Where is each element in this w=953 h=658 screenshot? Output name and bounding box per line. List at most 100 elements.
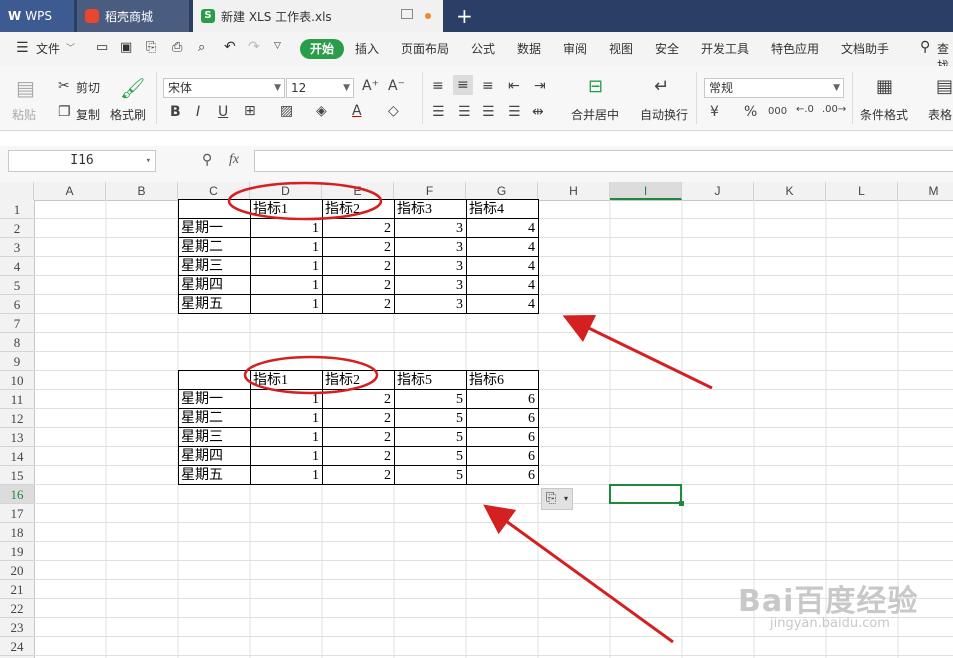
menu-special[interactable]: 特色应用 [771, 40, 819, 57]
fill-handle[interactable] [679, 501, 684, 506]
row-header-22[interactable]: 22 [0, 599, 34, 618]
table2-cell[interactable]: 指标2 [322, 370, 395, 390]
column-header-j[interactable]: J [682, 182, 754, 200]
indent-increase-icon[interactable]: ⇥ [534, 78, 546, 94]
name-box[interactable]: I16 ▾ [8, 150, 156, 172]
table2-cell[interactable]: 星期四 [178, 446, 251, 466]
table2-cell[interactable]: 星期一 [178, 389, 251, 409]
table1-cell[interactable]: 4 [466, 294, 539, 314]
indent-decrease-icon[interactable]: ⇤ [508, 78, 520, 94]
column-header-b[interactable]: B [106, 182, 178, 200]
decrease-decimal-icon[interactable]: .00→ [822, 104, 846, 115]
italic-icon[interactable]: I [196, 104, 200, 120]
number-format-select[interactable]: 常规 ▼ [704, 78, 844, 98]
wrap-text-button[interactable]: 自动换行 [640, 106, 688, 123]
table2-cell[interactable]: 2 [322, 408, 395, 428]
zoom-formula-icon[interactable]: ⚲ [202, 152, 212, 168]
hamburger-icon[interactable]: ☰ [16, 40, 29, 56]
column-header-e[interactable]: E [322, 182, 394, 200]
menu-review[interactable]: 审阅 [563, 40, 587, 57]
format-painter-button[interactable]: 格式刷 [110, 106, 146, 123]
menu-security[interactable]: 安全 [655, 40, 679, 57]
table-style-button[interactable]: 表格 [928, 106, 952, 123]
table1-cell[interactable]: 2 [322, 275, 395, 295]
table2-cell[interactable]: 1 [250, 465, 323, 485]
menu-home[interactable]: 开始 [300, 39, 344, 59]
table2-cell[interactable]: 5 [394, 446, 467, 466]
row-header-3[interactable]: 3 [0, 238, 34, 257]
table2-cell[interactable]: 6 [466, 389, 539, 409]
column-header-f[interactable]: F [394, 182, 466, 200]
fill-pattern-icon[interactable]: ▨ [280, 103, 293, 119]
table1-cell[interactable]: 3 [394, 256, 467, 276]
align-left-icon[interactable]: ☰ [432, 104, 445, 120]
conditional-format-button[interactable]: 条件格式 [860, 106, 908, 123]
row-header-11[interactable]: 11 [0, 390, 34, 409]
table2-cell[interactable]: 6 [466, 465, 539, 485]
table1-cell[interactable]: 指标4 [466, 199, 539, 219]
row-header-17[interactable]: 17 [0, 504, 34, 523]
formula-input[interactable] [254, 150, 953, 172]
row-header-19[interactable]: 19 [0, 542, 34, 561]
table2-cell[interactable]: 2 [322, 427, 395, 447]
tab-spreadsheet[interactable]: S 新建 XLS 工作表.xls [193, 0, 443, 32]
paste-icon[interactable]: ▤ [16, 76, 35, 100]
table1-cell[interactable]: 星期三 [178, 256, 251, 276]
menu-formulas[interactable]: 公式 [471, 40, 495, 57]
fill-color-icon[interactable]: ◈ [316, 103, 327, 119]
print-icon[interactable]: ⎙ [172, 40, 182, 55]
row-header-5[interactable]: 5 [0, 276, 34, 295]
underline-icon[interactable]: U [218, 104, 228, 120]
table1-cell[interactable]: 4 [466, 237, 539, 257]
column-header-a[interactable]: A [34, 182, 106, 200]
clear-format-icon[interactable]: ◇ [388, 103, 399, 119]
column-header-h[interactable]: H [538, 182, 610, 200]
table1-cell[interactable]: 1 [250, 256, 323, 276]
menu-developer[interactable]: 开发工具 [701, 40, 749, 57]
table2-cell[interactable]: 指标5 [394, 370, 467, 390]
align-bottom-icon[interactable]: ≡ [482, 78, 494, 94]
print-preview-icon[interactable]: ⌕ [198, 40, 205, 55]
table2-cell[interactable]: 5 [394, 427, 467, 447]
row-header-21[interactable]: 21 [0, 580, 34, 599]
table2-cell[interactable]: 6 [466, 446, 539, 466]
new-tab-icon[interactable]: + [456, 4, 473, 28]
table1-cell[interactable]: 指标3 [394, 199, 467, 219]
table1-cell[interactable]: 指标2 [322, 199, 395, 219]
menu-doc-assistant[interactable]: 文档助手 [841, 40, 889, 57]
border-icon[interactable]: ⊞ [244, 103, 256, 119]
currency-icon[interactable]: ¥ [710, 104, 719, 120]
table2-cell[interactable]: 6 [466, 427, 539, 447]
table2-cell[interactable]: 指标6 [466, 370, 539, 390]
table1-cell[interactable]: 4 [466, 218, 539, 238]
table1-cell[interactable]: 星期五 [178, 294, 251, 314]
table2-cell[interactable]: 5 [394, 465, 467, 485]
increase-font-icon[interactable]: A⁺ [362, 78, 379, 94]
row-header-15[interactable]: 15 [0, 466, 34, 485]
percent-icon[interactable]: % [744, 104, 757, 120]
search-icon[interactable]: ⚲ [920, 39, 930, 55]
align-top-icon[interactable]: ≡ [432, 78, 444, 94]
table2-cell[interactable]: 指标1 [250, 370, 323, 390]
row-header-7[interactable]: 7 [0, 314, 34, 333]
menu-file[interactable]: 文件 [36, 40, 60, 57]
table2-cell[interactable]: 2 [322, 389, 395, 409]
column-header-l[interactable]: L [826, 182, 898, 200]
undo-icon[interactable]: ↶ [224, 39, 236, 55]
export-pdf-icon[interactable]: ⎘ [146, 40, 156, 55]
row-header-2[interactable]: 2 [0, 219, 34, 238]
table2-cell[interactable] [178, 370, 251, 390]
redo-icon[interactable]: ↷ [248, 39, 260, 55]
row-header-16[interactable]: 16 [0, 485, 34, 504]
table1-cell[interactable]: 2 [322, 237, 395, 257]
row-header-18[interactable]: 18 [0, 523, 34, 542]
row-header-14[interactable]: 14 [0, 447, 34, 466]
align-middle-icon[interactable]: ≡ [453, 75, 473, 95]
menu-insert[interactable]: 插入 [355, 40, 379, 57]
table1-cell[interactable]: 2 [322, 294, 395, 314]
table2-cell[interactable]: 1 [250, 408, 323, 428]
row-header-6[interactable]: 6 [0, 295, 34, 314]
open-folder-icon[interactable]: ▭ [96, 40, 108, 55]
fx-icon[interactable]: fx [229, 152, 239, 168]
column-header-i[interactable]: I [610, 182, 682, 200]
